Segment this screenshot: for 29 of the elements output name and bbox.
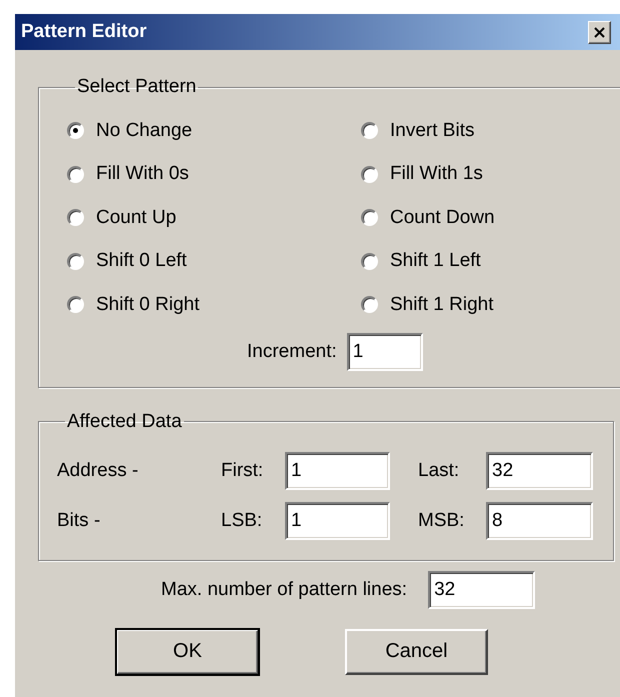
radio-label: Count Up bbox=[96, 206, 176, 229]
group-title: Select Pattern bbox=[76, 77, 198, 97]
radio-label: Fill With 0s bbox=[96, 163, 189, 186]
radio-label: Shift 1 Right bbox=[390, 294, 494, 316]
input-field[interactable]: 1 bbox=[346, 332, 423, 370]
input-field[interactable]: 8 bbox=[486, 502, 593, 540]
radio-label: No Change bbox=[96, 120, 192, 142]
field-label: Max. number of pattern lines: bbox=[161, 578, 408, 600]
input-field[interactable]: 32 bbox=[428, 570, 536, 608]
cancel-button[interactable]: Cancel bbox=[345, 628, 488, 674]
radio-label: Fill With 1s bbox=[390, 163, 483, 186]
window-title: Pattern Editor bbox=[21, 21, 148, 43]
radio-label: Shift 1 Left bbox=[390, 250, 481, 272]
group-title: Affected Data bbox=[66, 412, 183, 432]
field-label: LSB: bbox=[221, 510, 264, 532]
field-label: Increment: bbox=[247, 340, 337, 362]
radio-label: Shift 0 Left bbox=[96, 250, 187, 272]
input-field[interactable]: 1 bbox=[285, 452, 390, 490]
radio-label: Invert Bits bbox=[390, 120, 474, 142]
field-label: Last: bbox=[418, 460, 460, 482]
ok-button[interactable]: OK bbox=[116, 628, 259, 674]
radio-label: Shift 0 Right bbox=[96, 294, 200, 316]
row-label: Bits - bbox=[57, 510, 102, 532]
row-label: Address - bbox=[57, 460, 140, 482]
input-field[interactable]: 32 bbox=[486, 452, 593, 490]
field-label: MSB: bbox=[418, 510, 466, 532]
radio-label: Count Down bbox=[390, 206, 495, 229]
field-label: First: bbox=[221, 460, 264, 482]
input-field[interactable]: 1 bbox=[285, 502, 390, 540]
